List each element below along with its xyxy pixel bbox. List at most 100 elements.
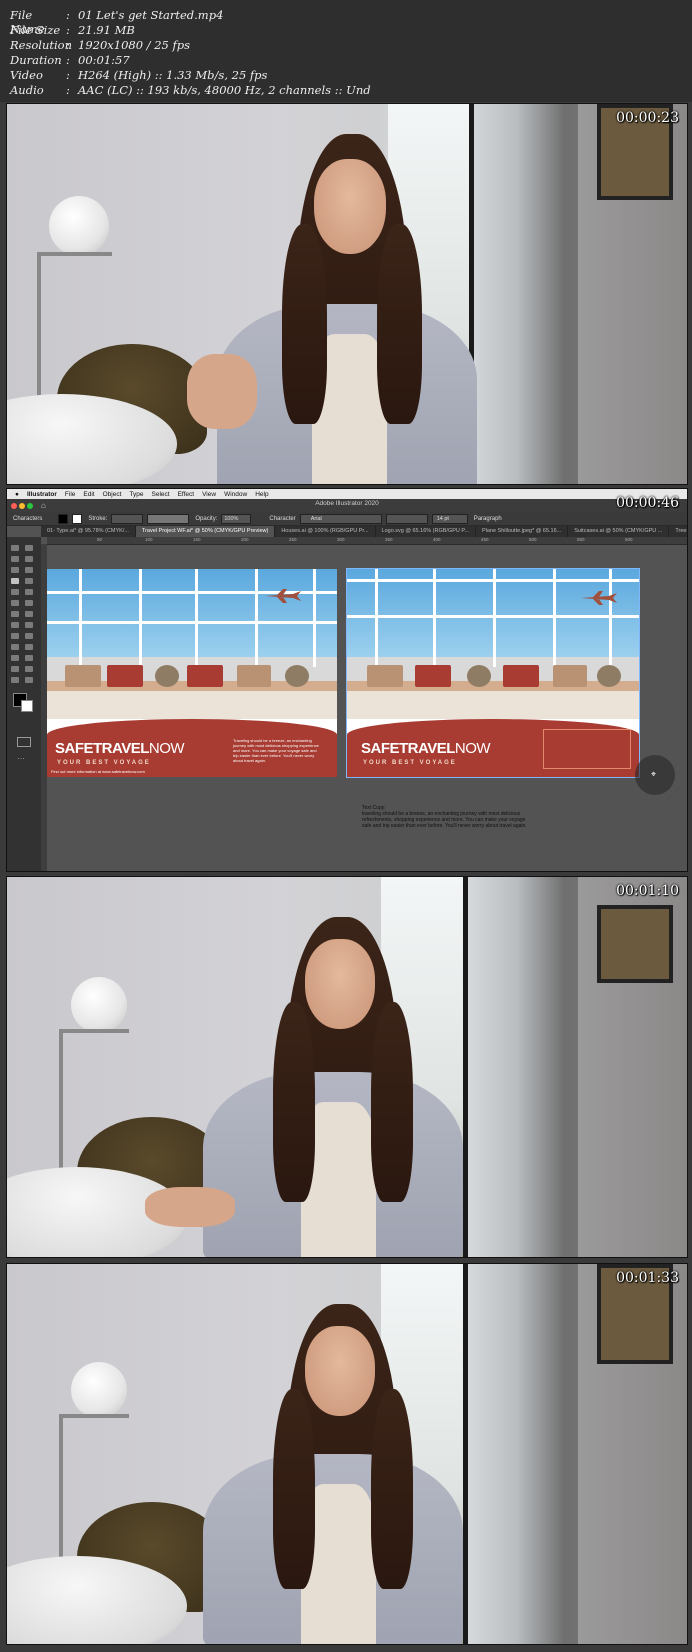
window-title: Adobe Illustrator 2020	[315, 500, 379, 507]
lasso-tool-icon[interactable]	[25, 556, 33, 562]
fill-swatch[interactable]	[58, 513, 69, 524]
menu-file[interactable]: File	[65, 491, 75, 498]
character-label[interactable]: Character	[269, 516, 295, 522]
video-frame-3: 00:01:10	[6, 876, 688, 1258]
timestamp: 00:01:10	[616, 883, 679, 899]
bag	[597, 665, 621, 687]
lamp-globe	[49, 196, 109, 256]
eyedropper-tool-icon[interactable]	[11, 655, 19, 661]
brand-logo[interactable]: SAFETRAVELNOW	[55, 740, 185, 757]
sky	[47, 569, 337, 657]
menu-window[interactable]: Window	[224, 491, 247, 498]
suitcase	[107, 665, 143, 687]
tab-travel-project[interactable]: Travel Project WF.ai* @ 50% (CMYK/GPU Pr…	[135, 526, 276, 537]
stroke-swatch[interactable]	[72, 513, 83, 524]
brand-logo[interactable]: SAFETRAVELNOW	[361, 740, 491, 757]
presenter	[187, 134, 507, 484]
variable-width-profile[interactable]	[147, 513, 190, 524]
column-graph-tool-icon[interactable]	[25, 666, 33, 672]
width-tool-icon[interactable]	[11, 622, 19, 628]
face	[314, 159, 386, 254]
control-bar: Characters Stroke: Opacity: 100% Charact…	[7, 512, 687, 526]
opacity-field[interactable]: 100%	[221, 513, 252, 524]
face	[305, 1326, 375, 1416]
meta-resolution: Resolution:1920x1080 / 25 fps	[10, 38, 191, 52]
suitcase	[367, 665, 403, 687]
font-family-field[interactable]: Arial	[299, 513, 382, 524]
pencil-tool-icon[interactable]	[11, 600, 19, 606]
screen-frame-illustrator: ● Illustrator File Edit Object Type Sele…	[6, 488, 688, 872]
presenter	[145, 917, 523, 1257]
blend-tool-icon[interactable]	[25, 655, 33, 661]
paragraph-label[interactable]: Paragraph	[474, 516, 502, 522]
body-copy[interactable]: Traveling should be a breeze, an enchant…	[233, 738, 323, 763]
magic-wand-tool-icon[interactable]	[11, 556, 19, 562]
selection-type: Characters	[13, 515, 43, 522]
menu-edit[interactable]: Edit	[83, 491, 94, 498]
timestamp: 00:00:46	[616, 495, 679, 511]
menu-help[interactable]: Help	[255, 491, 268, 498]
type-tool-icon[interactable]	[11, 578, 19, 584]
room-background	[7, 104, 687, 484]
selection-tool-icon[interactable]	[11, 545, 19, 551]
gradient-tool-icon[interactable]	[25, 644, 33, 650]
lamp-globe	[71, 1362, 127, 1418]
tab-suitcases[interactable]: Suitcases.ai @ 50% (CMYK/GPU ...	[568, 526, 670, 537]
menu-view[interactable]: View	[202, 491, 216, 498]
suitcase	[415, 665, 451, 687]
perspective-grid-tool-icon[interactable]	[25, 633, 33, 639]
hand-tool-icon[interactable]	[11, 677, 19, 683]
symbol-sprayer-tool-icon[interactable]	[11, 666, 19, 672]
curvature-tool-icon[interactable]	[25, 567, 33, 573]
pen-tool-icon[interactable]	[11, 567, 19, 573]
eraser-tool-icon[interactable]	[25, 600, 33, 606]
text-frame-placeholder[interactable]	[543, 729, 631, 769]
video-frame-1: 00:00:23	[6, 103, 688, 485]
suitcase	[65, 665, 101, 687]
more-tools-icon[interactable]: …	[17, 752, 25, 761]
plane-icon	[265, 589, 301, 603]
tools-panel: …	[7, 537, 41, 871]
stroke-color-icon[interactable]	[21, 700, 33, 712]
slogan: YOUR BEST VOYAGE	[363, 760, 457, 766]
rectangle-tool-icon[interactable]	[11, 589, 19, 595]
menu-object[interactable]: Object	[103, 491, 122, 498]
line-tool-icon[interactable]	[25, 578, 33, 584]
face	[305, 939, 375, 1029]
stroke-weight-field[interactable]	[111, 513, 144, 524]
lamp-globe	[71, 977, 127, 1033]
menu-effect[interactable]: Effect	[178, 491, 195, 498]
menu-type[interactable]: Type	[129, 491, 143, 498]
mac-menu-bar: ● Illustrator File Edit Object Type Sele…	[7, 489, 687, 499]
screen-mode-icon[interactable]	[17, 737, 31, 747]
artboard-2[interactable]: SAFETRAVELNOW YOUR BEST VOYAGE	[346, 568, 640, 778]
menu-select[interactable]: Select	[152, 491, 170, 498]
timestamp: 00:00:23	[616, 110, 679, 126]
footer-copy[interactable]: Find out more information at www.safetra…	[51, 769, 145, 774]
wall-picture	[597, 905, 674, 983]
tab-trees[interactable]: Trees.a...	[669, 526, 687, 537]
text-copy-note[interactable]: Text Copy: traveling should be a breeze,…	[362, 805, 532, 829]
shape-builder-tool-icon[interactable]	[11, 633, 19, 639]
menu-illustrator[interactable]: Illustrator	[27, 491, 57, 498]
mesh-tool-icon[interactable]	[11, 644, 19, 650]
scale-tool-icon[interactable]	[25, 611, 33, 617]
horizontal-ruler[interactable]: 50 100 150 200 250 300 350 400 450 500 5…	[47, 537, 687, 545]
tab-type[interactable]: 01- Type.ai* @ 95.78% (CMYK/...	[41, 526, 136, 537]
paintbrush-tool-icon[interactable]	[25, 589, 33, 595]
tab-plane[interactable]: Plane Shilloutte.jpeg* @ 65.16...	[476, 526, 569, 537]
illustrator-window: ● Illustrator File Edit Object Type Sele…	[7, 489, 687, 871]
rotate-tool-icon[interactable]	[11, 611, 19, 617]
font-size-field[interactable]: 14 pt	[431, 513, 468, 524]
tab-logo[interactable]: Logo.svg @ 65.16% (RGB/GPU P...	[376, 526, 476, 537]
zoom-tool-icon[interactable]	[25, 677, 33, 683]
tab-houses[interactable]: Houses.ai @ 100% (RGB/GPU Pr...	[275, 526, 376, 537]
artboard-1[interactable]: SAFETRAVELNOW YOUR BEST VOYAGE Traveling…	[47, 569, 337, 777]
free-transform-tool-icon[interactable]	[25, 622, 33, 628]
font-style-field[interactable]	[385, 513, 428, 524]
slogan: YOUR BEST VOYAGE	[57, 760, 151, 766]
apple-icon[interactable]: ●	[15, 491, 19, 498]
opacity-label: Opacity:	[195, 515, 218, 522]
direct-selection-tool-icon[interactable]	[25, 545, 33, 551]
stroke-label: Stroke:	[88, 515, 108, 522]
